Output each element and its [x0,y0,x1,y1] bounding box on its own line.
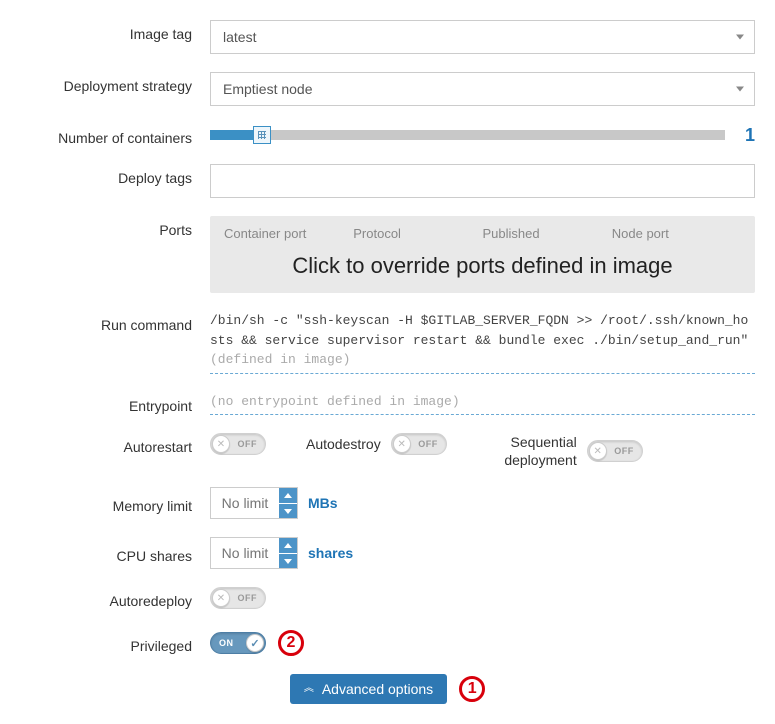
deployment-strategy-select[interactable]: Emptiest node [210,72,755,106]
ports-header: Container port Protocol Published Node p… [210,216,755,247]
entrypoint-label: Entrypoint [20,392,210,414]
sequential-deployment-label: Sequential deployment [487,433,577,469]
ports-col-node-port: Node port [612,226,741,241]
x-icon [212,435,230,453]
x-icon [393,435,411,453]
run-command-hint: (defined in image) [210,352,350,367]
deployment-strategy-label: Deployment strategy [20,72,210,94]
autodestroy-label: Autodestroy [306,436,381,452]
toggle-state: OFF [238,593,258,603]
entrypoint-field[interactable]: (no entrypoint defined in image) [210,392,755,416]
ports-box[interactable]: Container port Protocol Published Node p… [210,216,755,293]
stepper-up-icon[interactable] [279,488,297,503]
x-icon [212,589,230,607]
autoredeploy-label: Autoredeploy [20,587,210,609]
stepper-up-icon[interactable] [279,538,297,553]
x-icon [589,442,607,460]
slider-handle[interactable] [253,126,271,144]
num-containers-label: Number of containers [20,124,210,146]
run-command-label: Run command [20,311,210,333]
num-containers-value: 1 [725,125,755,146]
advanced-options-button[interactable]: ︽ Advanced options [290,674,447,704]
autodestroy-toggle[interactable]: OFF [391,433,447,455]
cpu-shares-stepper[interactable] [210,537,298,569]
run-command-field[interactable]: /bin/sh -c "ssh-keyscan -H $GITLAB_SERVE… [210,311,755,374]
stepper-down-icon[interactable] [279,503,297,519]
memory-limit-input[interactable] [211,488,279,518]
check-icon [246,634,264,652]
sequential-deployment-toggle[interactable]: OFF [587,440,643,462]
run-command-value: /bin/sh -c "ssh-keyscan -H $GITLAB_SERVE… [210,313,748,348]
privileged-label: Privileged [20,632,210,654]
autorestart-toggle[interactable]: OFF [210,433,266,455]
toggle-state: OFF [614,446,634,456]
deployment-strategy-value: Emptiest node [223,81,313,97]
num-containers-slider[interactable] [210,130,725,140]
image-tag-select[interactable]: latest [210,20,755,54]
chevron-up-double-icon: ︽ [304,684,314,694]
cpu-shares-input[interactable] [211,538,279,568]
memory-limit-stepper[interactable] [210,487,298,519]
toggle-state: OFF [238,439,258,449]
autoredeploy-toggle[interactable]: OFF [210,587,266,609]
cpu-unit: shares [308,545,353,561]
ports-col-protocol: Protocol [353,226,482,241]
image-tag-value: latest [223,29,256,45]
cpu-shares-label: CPU shares [20,542,210,564]
privileged-toggle[interactable]: ON [210,632,266,654]
advanced-options-label: Advanced options [322,681,433,697]
ports-col-published: Published [483,226,612,241]
annotation-marker-2: 2 [278,630,304,656]
stepper-down-icon[interactable] [279,553,297,569]
autorestart-label: Autorestart [20,433,210,455]
ports-label: Ports [20,216,210,238]
caret-down-icon [736,87,744,92]
annotation-marker-1: 1 [459,676,485,702]
toggle-state: ON [219,638,234,648]
memory-unit: MBs [308,495,338,511]
ports-col-container-port: Container port [224,226,353,241]
memory-limit-label: Memory limit [20,492,210,514]
toggle-state: OFF [418,439,438,449]
image-tag-label: Image tag [20,20,210,42]
caret-down-icon [736,35,744,40]
deploy-tags-input[interactable] [210,164,755,198]
deploy-tags-label: Deploy tags [20,164,210,186]
ports-override-text[interactable]: Click to override ports defined in image… [210,247,755,293]
entrypoint-hint: (no entrypoint defined in image) [210,394,460,409]
